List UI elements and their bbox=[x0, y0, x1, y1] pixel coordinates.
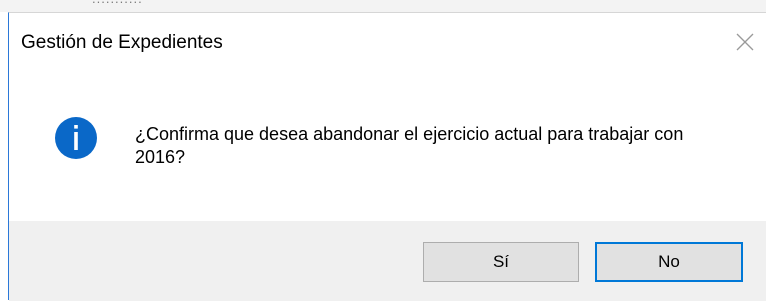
dialog-titlebar[interactable]: Gestión de Expedientes bbox=[9, 13, 766, 71]
dialog-content: ¿Confirma que desea abandonar el ejercic… bbox=[9, 71, 766, 221]
info-icon bbox=[55, 117, 97, 159]
dialog-footer: Sí No bbox=[9, 221, 766, 301]
close-icon bbox=[736, 33, 754, 51]
background-text: ........... bbox=[92, 0, 143, 6]
dialog-message: ¿Confirma que desea abandonar el ejercic… bbox=[135, 124, 684, 167]
dialog-title: Gestión de Expedientes bbox=[21, 32, 223, 53]
no-button[interactable]: No bbox=[595, 242, 743, 282]
background-window: ........... bbox=[0, 0, 766, 12]
message-dialog: Gestión de Expedientes ¿Confirma que des… bbox=[8, 12, 766, 301]
yes-button[interactable]: Sí bbox=[423, 242, 579, 282]
close-button[interactable] bbox=[726, 25, 766, 59]
